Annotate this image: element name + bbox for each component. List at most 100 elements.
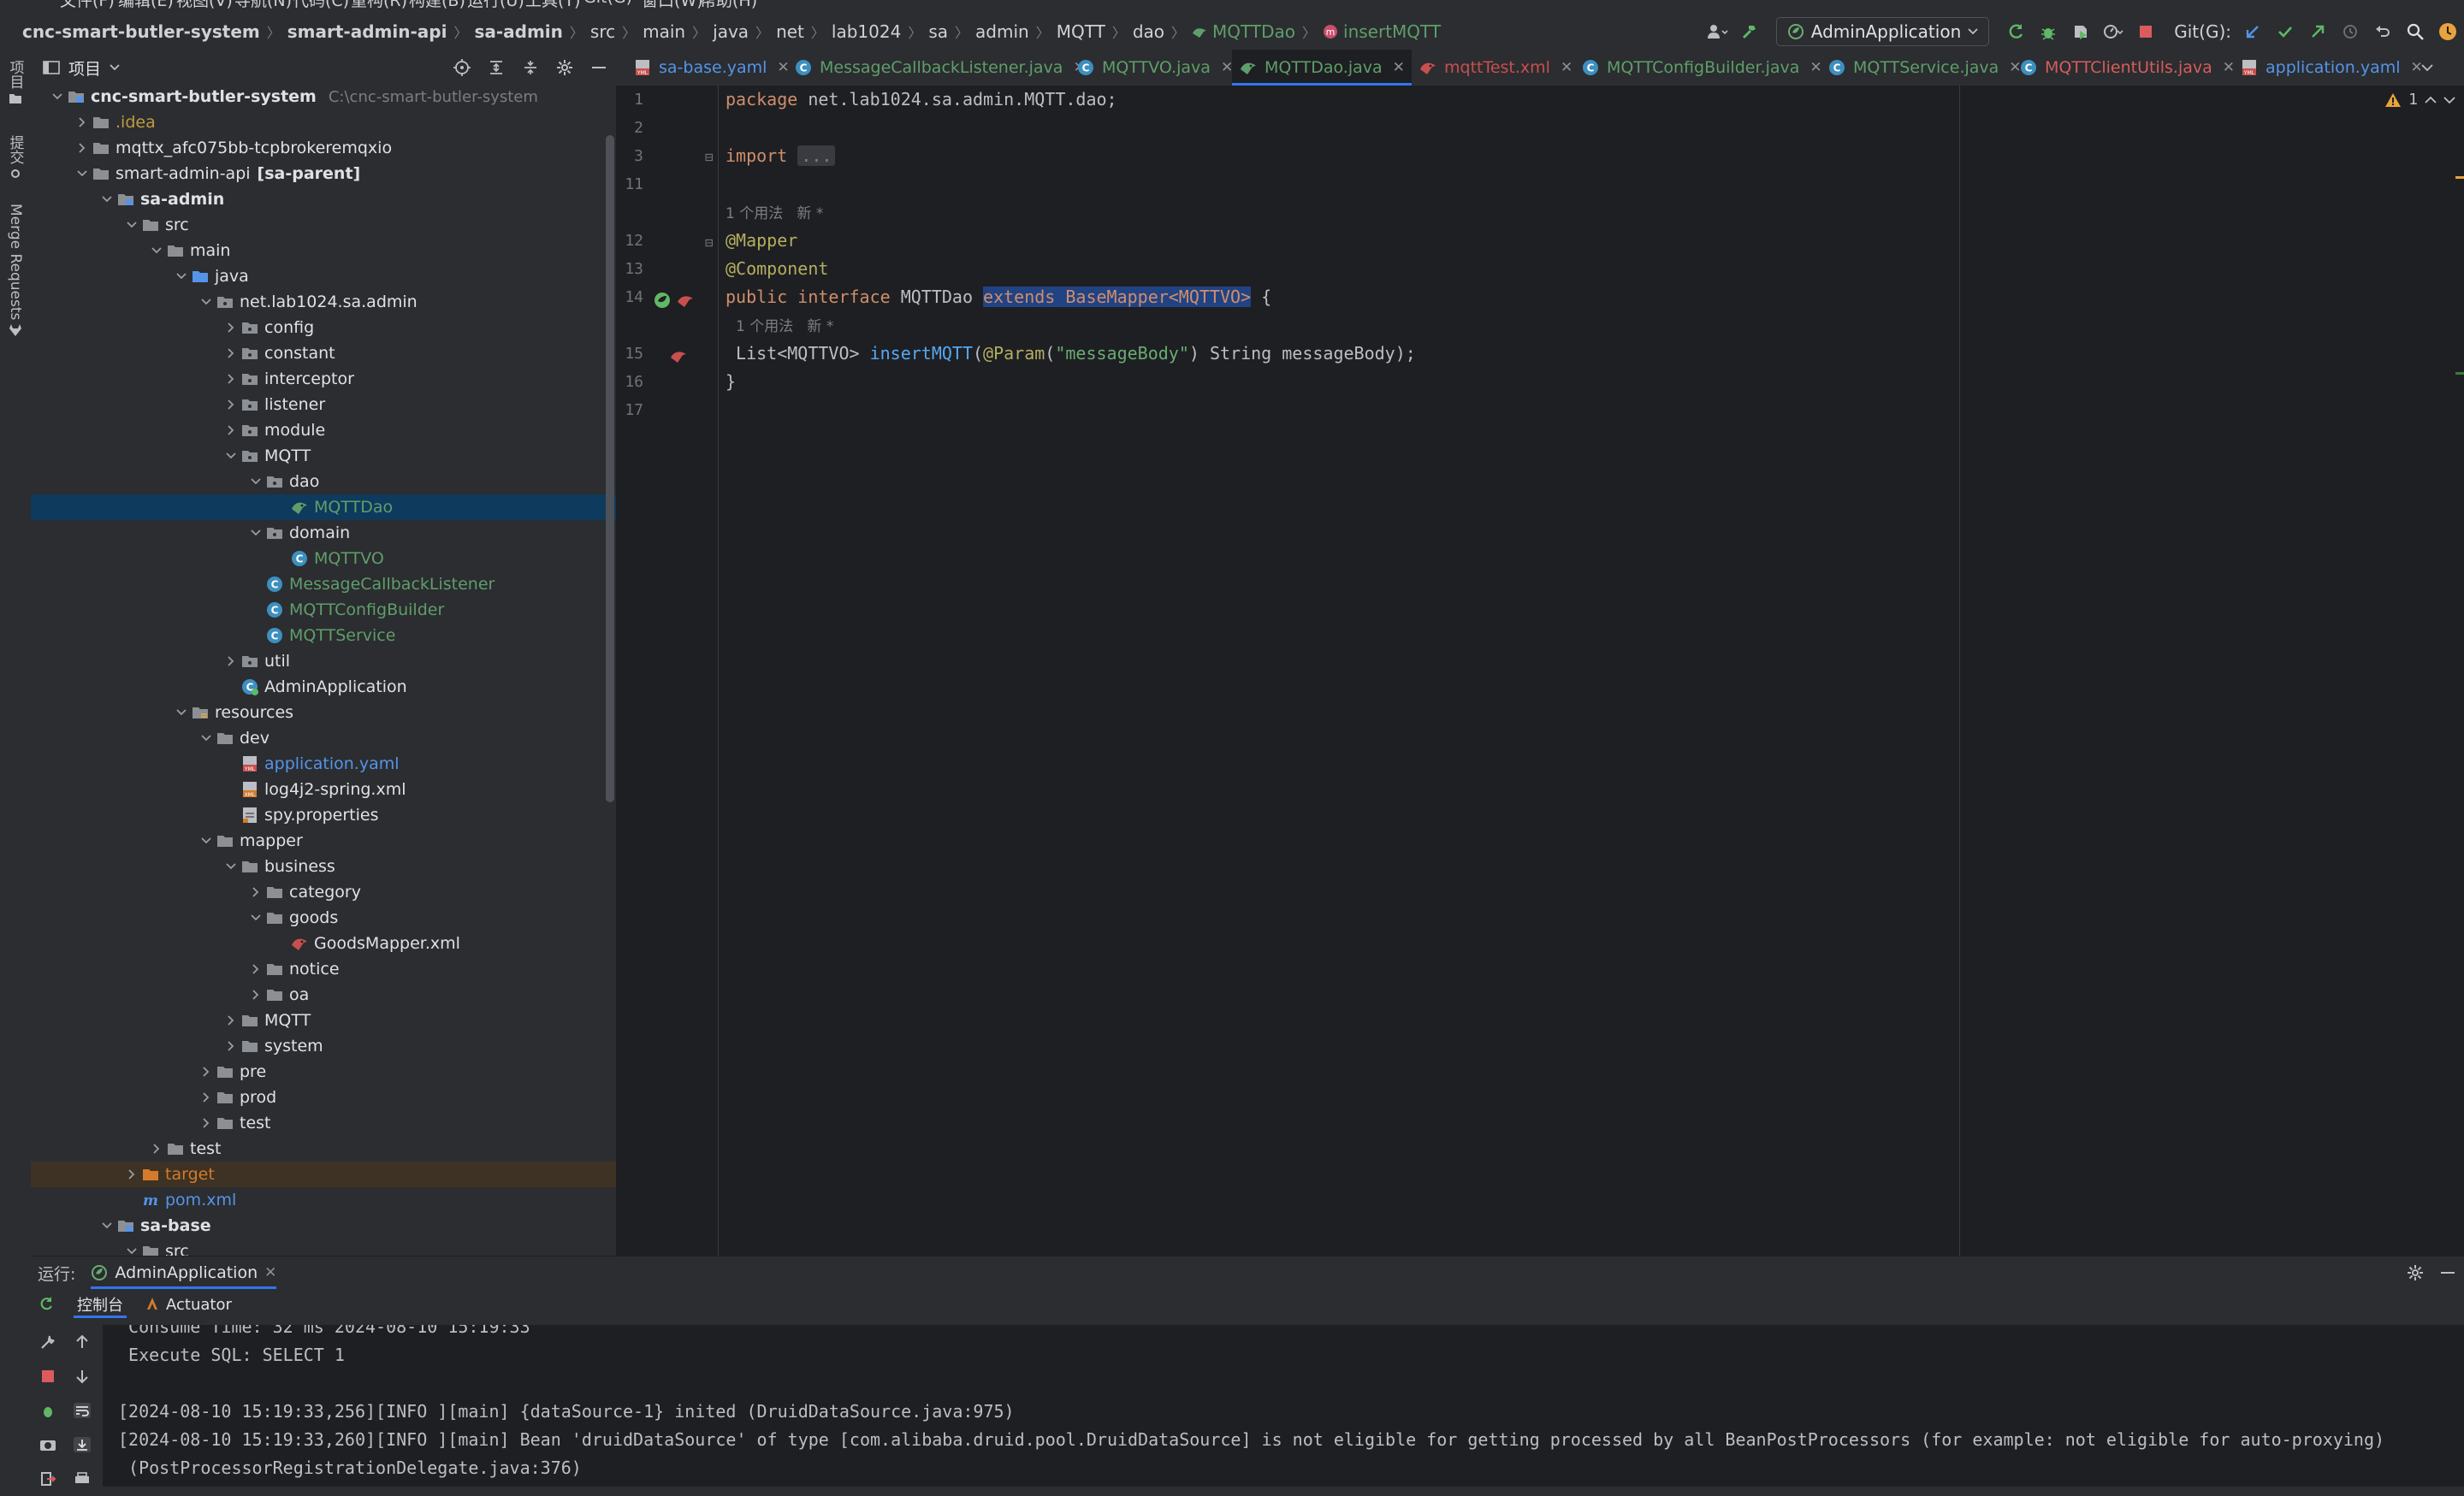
editor-tab[interactable]: mqttTest.xml ✕ bbox=[1412, 50, 1579, 86]
chevron-down-icon[interactable] bbox=[246, 469, 265, 494]
collapse-all-icon[interactable] bbox=[518, 55, 543, 80]
chevron-right-icon[interactable] bbox=[246, 879, 265, 905]
close-icon[interactable]: ✕ bbox=[264, 1264, 276, 1281]
chevron-right-icon[interactable] bbox=[222, 315, 240, 340]
rerun-icon[interactable] bbox=[31, 1289, 62, 1320]
wrench-icon[interactable] bbox=[31, 1325, 65, 1359]
merge-requests-tool-tab[interactable]: Merge Requests bbox=[3, 204, 28, 337]
coverage-icon[interactable] bbox=[2066, 17, 2095, 46]
breadcrumb-item[interactable]: java bbox=[713, 21, 749, 42]
tree-item[interactable]: src bbox=[31, 212, 616, 238]
chevron-right-icon[interactable] bbox=[222, 1008, 240, 1033]
tab-actuator[interactable]: Actuator bbox=[133, 1289, 242, 1320]
arrow-up-icon[interactable] bbox=[65, 1325, 99, 1359]
settings-gear-icon[interactable] bbox=[552, 55, 578, 80]
tree-item[interactable]: resources bbox=[31, 700, 616, 725]
update-available-icon[interactable] bbox=[2433, 17, 2462, 46]
run-config-tab[interactable]: AdminApplication ✕ bbox=[91, 1257, 276, 1289]
tree-item[interactable]: prod bbox=[31, 1085, 616, 1110]
editor-tab[interactable]: YML application.yaml ✕ bbox=[2233, 50, 2430, 86]
rerun-icon[interactable] bbox=[2001, 17, 2030, 46]
profiler-icon[interactable] bbox=[2099, 17, 2128, 46]
menu-item[interactable]: 窗口(W) bbox=[642, 0, 703, 11]
tree-item[interactable]: goods bbox=[31, 905, 616, 931]
menu-item[interactable]: 导航(N) bbox=[234, 0, 292, 11]
close-icon[interactable]: ✕ bbox=[1561, 59, 1573, 76]
menu-item[interactable]: 编辑(E) bbox=[118, 0, 174, 11]
tree-item[interactable]: category bbox=[31, 879, 616, 905]
menu-item[interactable]: Git(G) bbox=[583, 0, 632, 7]
tree-item[interactable]: domain bbox=[31, 520, 616, 546]
tree-item[interactable]: mqttx_afc075bb-tcpbrokeremqxio bbox=[31, 135, 616, 161]
git-update-icon[interactable] bbox=[2238, 17, 2267, 46]
usage-hint[interactable]: 1 个用法 新 * bbox=[736, 314, 833, 340]
chevron-down-icon[interactable] bbox=[197, 828, 216, 854]
tree-item[interactable]: pre bbox=[31, 1059, 616, 1085]
tree-item[interactable]: cnc-smart-butler-system C:\cnc-smart-butl… bbox=[31, 84, 616, 109]
git-push-icon[interactable] bbox=[2303, 17, 2332, 46]
tree-item[interactable]: .idea bbox=[31, 109, 616, 135]
rollback-icon[interactable] bbox=[2368, 17, 2397, 46]
stop-icon[interactable] bbox=[31, 1359, 65, 1393]
spring-bean-icon[interactable] bbox=[652, 290, 672, 310]
build-hammer-icon[interactable] bbox=[1735, 17, 1764, 46]
tree-item[interactable]: business bbox=[31, 854, 616, 879]
chevron-down-icon[interactable] bbox=[246, 520, 265, 546]
tab-overflow-chevron-icon[interactable] bbox=[2421, 50, 2433, 86]
tree-item[interactable]: MQTT bbox=[31, 1008, 616, 1033]
console-output[interactable]: Consume Time: 32 ms 2024-08-10 15:19:33 … bbox=[103, 1325, 2464, 1487]
chevron-down-icon[interactable] bbox=[222, 854, 240, 879]
fold-marker-icon[interactable]: ⊟ bbox=[705, 234, 714, 251]
tree-item[interactable]: YML application.yaml bbox=[31, 751, 616, 777]
tree-item[interactable]: C AdminApplication bbox=[31, 674, 616, 700]
chevron-down-icon[interactable] bbox=[98, 1213, 116, 1239]
editor-tab[interactable]: C MQTTVO.java ✕ bbox=[1069, 50, 1240, 86]
tree-item[interactable]: listener bbox=[31, 392, 616, 417]
chevron-right-icon[interactable] bbox=[147, 1136, 166, 1162]
tree-item[interactable]: mapper bbox=[31, 828, 616, 854]
chevron-down-icon[interactable] bbox=[48, 84, 67, 109]
tree-item[interactable]: config bbox=[31, 315, 616, 340]
debug-icon[interactable] bbox=[31, 1393, 65, 1428]
mybatis-bird-icon[interactable] bbox=[669, 347, 688, 364]
soft-wrap-icon[interactable] bbox=[65, 1393, 99, 1428]
hide-panel-icon[interactable] bbox=[586, 55, 612, 80]
chevron-down-icon[interactable] bbox=[222, 443, 240, 469]
print-icon[interactable] bbox=[65, 1462, 99, 1496]
tree-item[interactable]: system bbox=[31, 1033, 616, 1059]
chevron-right-icon[interactable] bbox=[73, 109, 92, 135]
warning-stripe-mark[interactable] bbox=[2455, 176, 2464, 179]
tree-item[interactable]: main bbox=[31, 238, 616, 263]
chevron-down-icon[interactable] bbox=[147, 238, 166, 263]
change-stripe-mark[interactable] bbox=[2455, 372, 2464, 375]
tree-item[interactable]: C MQTTService bbox=[31, 623, 616, 648]
mybatis-bird-icon[interactable] bbox=[676, 292, 695, 309]
chevron-right-icon[interactable] bbox=[222, 417, 240, 443]
menu-item[interactable]: 构建(B) bbox=[409, 0, 465, 11]
menu-item[interactable]: 运行(U) bbox=[467, 0, 524, 11]
breadcrumb-item[interactable]: admin bbox=[975, 21, 1029, 42]
settings-gear-icon[interactable] bbox=[2401, 1258, 2430, 1287]
breadcrumb-item[interactable]: smart-admin-api bbox=[287, 21, 447, 42]
tree-item[interactable]: dao bbox=[31, 469, 616, 494]
tree-item[interactable]: m pom.xml bbox=[31, 1187, 616, 1213]
tree-item[interactable]: MQTTDao bbox=[31, 494, 616, 520]
chevron-down-icon[interactable] bbox=[197, 289, 216, 315]
arrow-down-icon[interactable] bbox=[65, 1359, 99, 1393]
chevron-down-icon[interactable] bbox=[122, 212, 141, 238]
camera-icon[interactable] bbox=[31, 1428, 65, 1462]
tree-item[interactable]: GoodsMapper.xml bbox=[31, 931, 616, 956]
code-editor[interactable]: 1 2 3 11 12 13 14 15 16 17 ⊟ ⊟ package n… bbox=[616, 86, 2464, 1256]
chevron-right-icon[interactable] bbox=[197, 1110, 216, 1136]
tree-item[interactable]: java bbox=[31, 263, 616, 289]
breadcrumb-item[interactable]: net bbox=[776, 21, 804, 42]
debug-icon[interactable] bbox=[2034, 17, 2063, 46]
breadcrumb-item[interactable]: MQTT bbox=[1057, 21, 1105, 42]
chevron-down-icon[interactable] bbox=[172, 263, 191, 289]
editor-tab[interactable]: C MQTTClientUtils.java ✕ bbox=[2012, 50, 2242, 86]
editor-tab[interactable]: C MQTTService.java ✕ bbox=[1821, 50, 2029, 86]
menu-item[interactable]: 重构(R) bbox=[351, 0, 407, 11]
breadcrumb-item[interactable]: main bbox=[643, 21, 685, 42]
tree-item[interactable]: constant bbox=[31, 340, 616, 366]
menu-item[interactable]: 帮助(H) bbox=[700, 0, 757, 11]
